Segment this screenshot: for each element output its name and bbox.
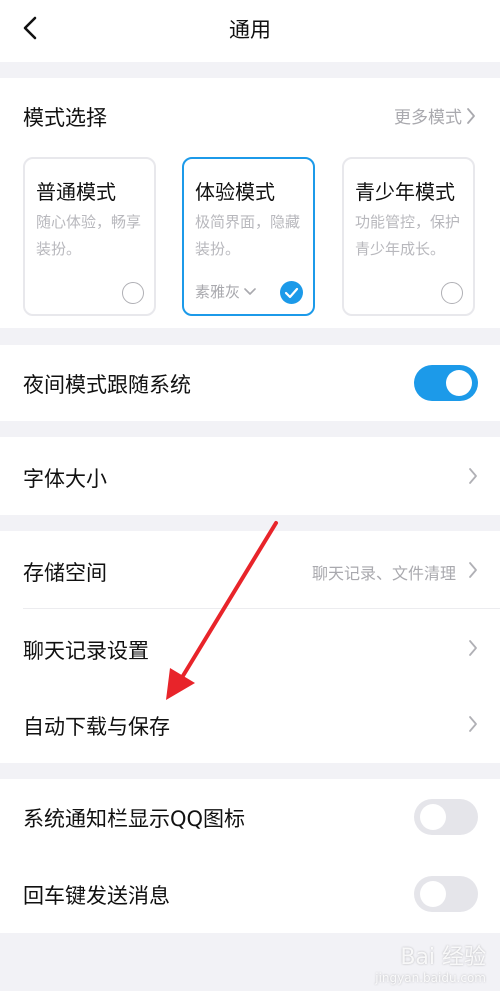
top-bar: 通用 <box>0 0 500 62</box>
card-title: 青少年模式 <box>355 180 455 204</box>
mode-selection-title: 模式选择 <box>23 106 107 130</box>
storage-value: 聊天记录、文件清理 <box>311 564 456 583</box>
mode-card-experience[interactable]: 体验模式 极简界面，隐藏装扮。 素雅灰 <box>182 157 315 316</box>
storage-row[interactable]: 存储空间 聊天记录、文件清理 <box>0 531 500 608</box>
mode-card-teen[interactable]: 青少年模式 功能管控，保护青少年成长。 <box>342 157 475 316</box>
storage-label: 存储空间 <box>23 561 107 585</box>
notif-icon-label: 系统通知栏显示QQ图标 <box>23 807 246 831</box>
watermark-logo: Bai 经验 <box>400 945 486 970</box>
toggle-knob <box>446 370 472 396</box>
chevron-right-icon <box>469 640 477 656</box>
watermark-url: jingyan.baidu.com <box>375 971 486 985</box>
chevron-down-icon <box>244 287 256 295</box>
theme-label: 素雅灰 <box>195 283 241 301</box>
mode-card-normal[interactable]: 普通模式 随心体验，畅享装扮。 <box>23 157 156 316</box>
auto-download-row[interactable]: 自动下载与保存 <box>0 686 500 763</box>
radio-unselected[interactable] <box>441 282 463 304</box>
night-mode-toggle[interactable] <box>414 365 478 401</box>
notif-icon-toggle[interactable] <box>414 799 478 835</box>
font-size-row[interactable]: 字体大小 <box>0 437 500 515</box>
toggle-knob <box>420 804 446 830</box>
card-title: 体验模式 <box>195 180 275 204</box>
radio-selected[interactable] <box>280 281 303 304</box>
font-size-label: 字体大小 <box>23 467 107 491</box>
page-title: 通用 <box>229 18 271 42</box>
card-description: 随心体验，畅享装扮。 <box>36 213 142 258</box>
enter-send-row[interactable]: 回车键发送消息 <box>0 856 500 933</box>
theme-dropdown[interactable]: 素雅灰 <box>195 281 256 302</box>
night-mode-row[interactable]: 夜间模式跟随系统 <box>0 345 500 421</box>
more-modes-link[interactable]: 更多模式 <box>394 103 476 128</box>
chat-history-row[interactable]: 聊天记录设置 <box>0 609 500 686</box>
chevron-right-icon <box>469 468 477 484</box>
night-mode-label: 夜间模式跟随系统 <box>23 373 191 397</box>
card-description: 功能管控，保护青少年成长。 <box>355 213 461 258</box>
chat-history-label: 聊天记录设置 <box>23 639 149 663</box>
storage-group: 存储空间 聊天记录、文件清理 聊天记录设置 自动下载与保存 <box>0 531 500 763</box>
chevron-right-icon <box>467 107 475 124</box>
enter-send-label: 回车键发送消息 <box>23 884 170 908</box>
chevron-right-icon <box>469 716 477 732</box>
more-modes-label: 更多模式 <box>394 108 462 128</box>
notification-group: 系统通知栏显示QQ图标 回车键发送消息 <box>0 779 500 933</box>
enter-send-toggle[interactable] <box>414 876 478 912</box>
mode-selection-section: 模式选择 更多模式 普通模式 随心体验，畅享装扮。 体验模式 极简界面，隐藏装扮… <box>0 78 500 328</box>
toggle-knob <box>420 881 446 907</box>
auto-download-label: 自动下载与保存 <box>23 715 170 739</box>
card-title: 普通模式 <box>36 180 116 204</box>
notif-icon-row[interactable]: 系统通知栏显示QQ图标 <box>0 779 500 856</box>
card-description: 极简界面，隐藏装扮。 <box>195 213 301 258</box>
checkmark-icon <box>284 287 299 299</box>
chevron-right-icon <box>469 562 477 578</box>
radio-unselected[interactable] <box>122 282 144 304</box>
